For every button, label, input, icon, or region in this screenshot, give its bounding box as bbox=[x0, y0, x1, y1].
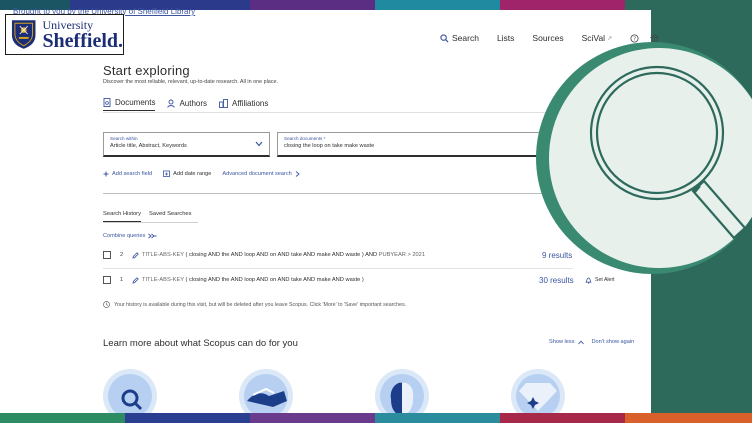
help-icon: ? bbox=[630, 33, 639, 42]
history-note-text: Your history is available during this vi… bbox=[114, 301, 407, 308]
person-icon bbox=[167, 99, 176, 108]
section-divider bbox=[103, 193, 573, 194]
chevron-right-icon bbox=[295, 170, 300, 177]
page-title: Start exploring bbox=[103, 63, 190, 78]
tab-saved-searches[interactable]: Saved Searches bbox=[149, 211, 192, 222]
merge-arrow-icon bbox=[148, 233, 157, 239]
nav-search[interactable]: Search bbox=[440, 33, 479, 43]
plus-icon bbox=[103, 171, 109, 176]
history-row: 2 TITLE-ABS-KEY ( closing AND the AND lo… bbox=[103, 244, 633, 266]
logo-sheffield: Sheffield. bbox=[42, 29, 123, 52]
tab-search-history[interactable]: Search History bbox=[103, 211, 142, 222]
chevron-down-icon bbox=[255, 141, 263, 147]
svg-text:?: ? bbox=[633, 36, 636, 42]
set-alert-button[interactable]: Set Alert bbox=[585, 277, 615, 284]
add-search-field-label: Add search field bbox=[112, 170, 153, 177]
search-documents-value: closing the loop on take make waste bbox=[284, 143, 375, 149]
bank-icon bbox=[650, 33, 660, 43]
nav-scival-label: SciVal bbox=[581, 33, 606, 43]
show-less-label: Show less bbox=[549, 339, 575, 345]
search-actions: Add search field Add date range Advanced… bbox=[103, 170, 314, 177]
history-row-checkbox[interactable] bbox=[103, 251, 111, 259]
history-row-number: 2 bbox=[120, 252, 124, 258]
search-documents-label: Search documents * bbox=[284, 136, 326, 141]
top-navigation: Search Lists Sources SciVal ↗ ? bbox=[440, 33, 670, 43]
dont-show-again-link[interactable]: Don't show again bbox=[592, 339, 635, 345]
nav-scival[interactable]: SciVal ↗ bbox=[582, 33, 613, 43]
advanced-search-label: Advanced document search bbox=[222, 170, 292, 177]
history-row-results[interactable]: 9 results bbox=[542, 251, 572, 260]
building-icon bbox=[219, 98, 228, 108]
history-note: Your history is available during this vi… bbox=[103, 301, 406, 308]
advanced-search-link[interactable]: Advanced document search bbox=[222, 171, 302, 177]
bell-icon bbox=[585, 277, 592, 284]
history-row-query: TITLE-ABS-KEY ( closing AND the AND loop… bbox=[142, 277, 364, 283]
learn-more-actions: Show less Don't show again bbox=[549, 339, 634, 345]
query-field-code: TITLE-ABS-KEY bbox=[142, 252, 184, 258]
nav-lists[interactable]: Lists bbox=[497, 33, 514, 43]
logo-university: University bbox=[42, 17, 94, 32]
add-date-range-button[interactable]: Add date range bbox=[163, 170, 211, 177]
search-icon bbox=[440, 33, 449, 43]
tab-affiliations[interactable]: Affiliations bbox=[219, 98, 268, 111]
combine-queries-link[interactable]: Combine queries bbox=[103, 233, 157, 239]
search-documents-input[interactable]: Search documents * closing the loop on t… bbox=[277, 132, 573, 157]
search-type-tabs: Documents Authors Affiliations bbox=[103, 98, 280, 111]
history-row-number: 1 bbox=[120, 277, 124, 283]
tab-authors-label: Authors bbox=[179, 98, 208, 108]
query-text: ( closing AND the AND loop AND on AND ta… bbox=[185, 277, 364, 283]
learn-more-title: Learn more about what Scopus can do for … bbox=[103, 338, 298, 349]
set-alert-label: Set Alert bbox=[595, 277, 615, 283]
history-row-checkbox[interactable] bbox=[103, 276, 111, 284]
add-search-field-button[interactable]: Add search field bbox=[103, 171, 152, 177]
external-link-icon: ↗ bbox=[607, 35, 613, 42]
tabs-divider bbox=[103, 112, 573, 113]
history-row: 1 TITLE-ABS-KEY ( closing AND the AND lo… bbox=[103, 269, 633, 291]
help-button[interactable]: ? bbox=[630, 33, 639, 43]
search-within-value: Article title, Abstract, Keywords bbox=[110, 143, 187, 149]
search-within-label: Search within bbox=[110, 136, 138, 141]
nav-search-label: Search bbox=[452, 33, 479, 43]
add-date-range-label: Add date range bbox=[173, 170, 212, 177]
history-row-results[interactable]: 30 results bbox=[539, 276, 574, 285]
page-subtitle: Discover the most reliable, relevant, up… bbox=[103, 79, 278, 85]
query-text: ( closing AND the AND loop AND on AND ta… bbox=[185, 252, 378, 258]
edit-pencil-icon[interactable] bbox=[132, 276, 139, 284]
nav-lists-label: Lists bbox=[496, 33, 515, 43]
nav-sources-label: Sources bbox=[532, 33, 564, 43]
crest-icon bbox=[11, 20, 36, 49]
university-logo[interactable]: University Sheffield. bbox=[5, 14, 124, 55]
bottom-color-stripe bbox=[0, 413, 752, 423]
tab-affiliations-label: Affiliations bbox=[232, 98, 269, 108]
nav-sources[interactable]: Sources bbox=[532, 33, 563, 43]
library-button[interactable] bbox=[650, 33, 660, 43]
calendar-icon bbox=[163, 170, 171, 177]
document-icon bbox=[103, 98, 111, 107]
history-tabs: Search History Saved Searches bbox=[103, 211, 200, 222]
edit-pencil-icon[interactable] bbox=[132, 251, 139, 259]
combine-queries-label: Combine queries bbox=[103, 233, 146, 239]
dont-show-again-label: Don't show again bbox=[591, 339, 635, 345]
green-side-panel bbox=[651, 10, 752, 413]
query-field-code: TITLE-ABS-KEY bbox=[142, 277, 184, 283]
chevron-up-icon bbox=[577, 340, 584, 344]
tab-authors[interactable]: Authors bbox=[167, 98, 207, 111]
history-tabs-divider bbox=[103, 222, 198, 223]
tab-documents-label: Documents bbox=[115, 98, 156, 107]
show-less-link[interactable]: Show less bbox=[549, 339, 584, 345]
logo-wordmark: University Sheffield. bbox=[42, 19, 123, 51]
search-within-select[interactable]: Search within Article title, Abstract, K… bbox=[103, 132, 270, 157]
history-row-query: TITLE-ABS-KEY ( closing AND the AND loop… bbox=[142, 252, 425, 258]
tab-documents[interactable]: Documents bbox=[103, 98, 156, 111]
clock-icon bbox=[103, 301, 110, 308]
query-filter: PUBYEAR > 2021 bbox=[378, 252, 426, 258]
